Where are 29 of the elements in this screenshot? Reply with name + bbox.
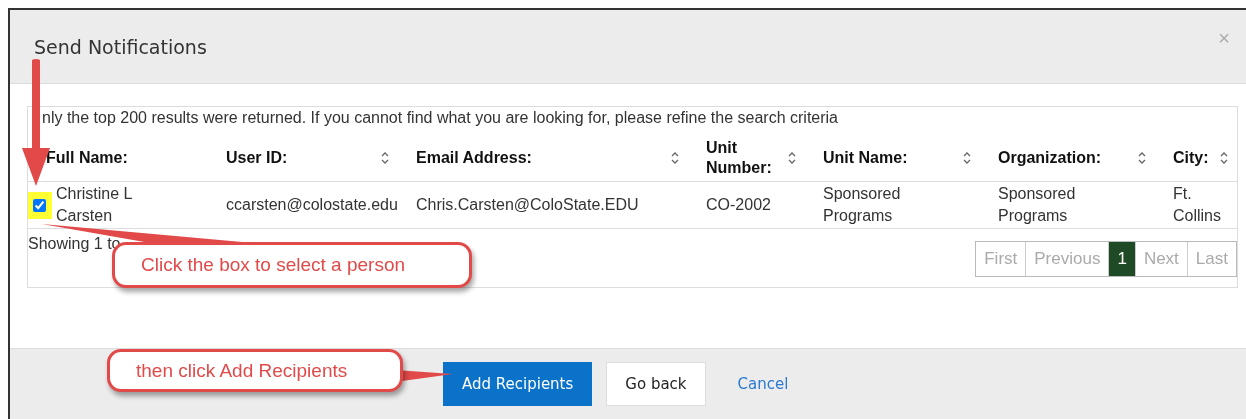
column-header: Unit Name: xyxy=(823,148,908,168)
table-cell-text: Sponsored Programs xyxy=(998,184,1077,226)
sort-icon[interactable] xyxy=(1137,151,1147,165)
table-cell-text: Ft. Collins xyxy=(1173,184,1222,226)
dialog-title: Send Notifications xyxy=(34,35,207,58)
sort-icon[interactable] xyxy=(962,151,972,165)
footer-button[interactable]: Add Recipients xyxy=(443,362,593,406)
sort-icon[interactable] xyxy=(1219,151,1229,165)
table-cell-text: Sponsored Programs xyxy=(823,184,902,226)
sort-icon[interactable] xyxy=(787,151,797,165)
close-button[interactable]: × xyxy=(1218,27,1230,50)
table-cell-text: Chris.Carsten@ColoState.EDU xyxy=(416,195,640,215)
page-button[interactable]: 1 xyxy=(1108,242,1135,276)
notice-text: nly the top 200 results were returned. If you cannot find what you are looking for, please refine the search criteria xyxy=(41,108,839,127)
column-header: Email Address: xyxy=(416,148,532,168)
column-header: City: xyxy=(1173,148,1209,168)
table-cell-text: Christine L Carsten xyxy=(56,184,133,226)
column-header: Unit Number: xyxy=(706,138,773,178)
column-header: Full Name: xyxy=(46,148,128,168)
column-header: User ID: xyxy=(226,148,288,168)
footer-button[interactable]: Go back xyxy=(606,362,706,406)
sort-icon[interactable] xyxy=(380,151,390,165)
table-cell-text: CO-2002 xyxy=(706,195,772,215)
column-header: Organization: xyxy=(998,148,1102,168)
sort-icon[interactable] xyxy=(670,151,680,165)
callout: then click Add Recipients xyxy=(107,349,403,392)
row-checkbox[interactable] xyxy=(33,198,46,212)
table-cell-text: ccarsten@colostate.edu xyxy=(226,195,398,215)
cancel-link[interactable]: Cancel xyxy=(719,362,807,406)
